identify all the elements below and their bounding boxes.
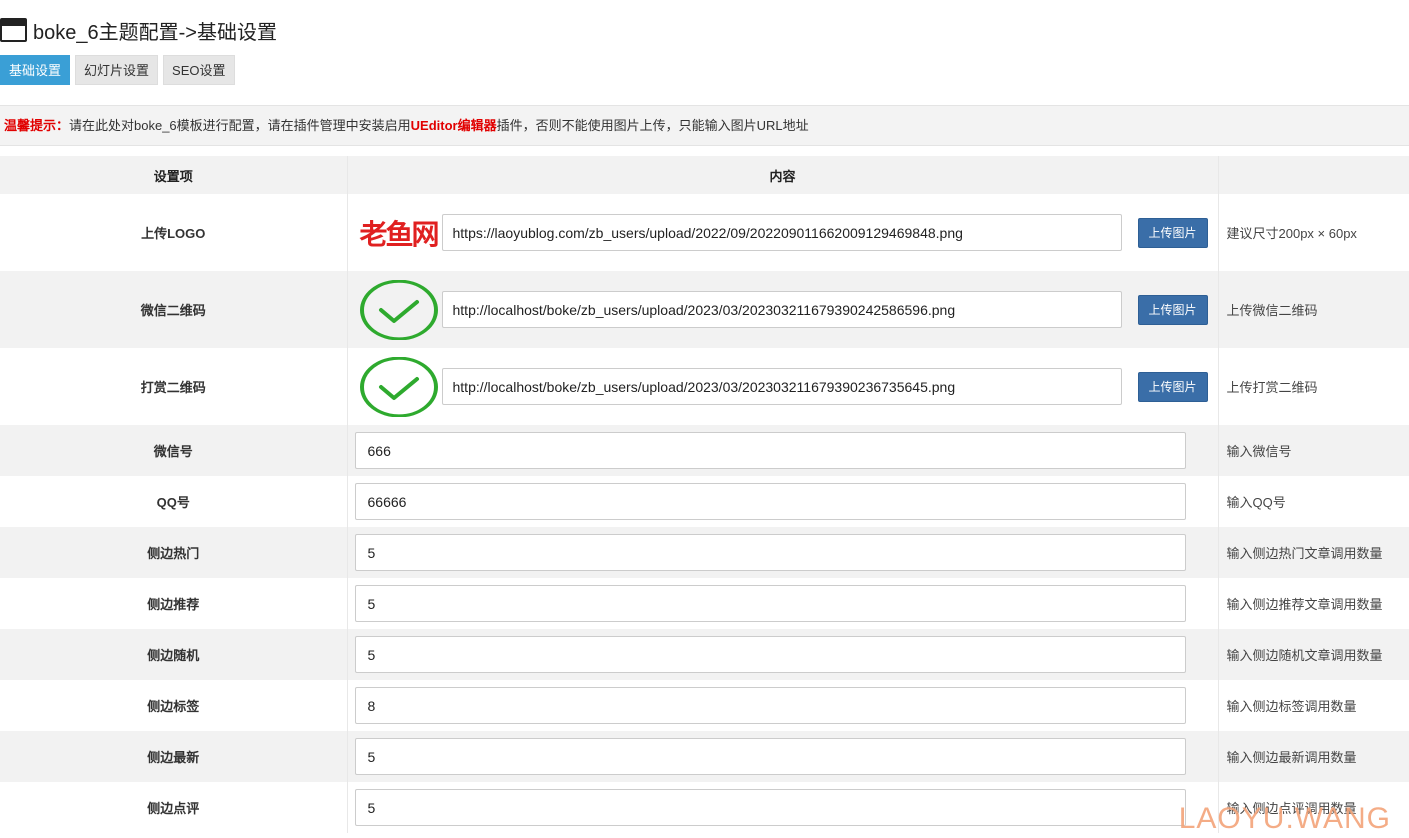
row-hint: 上传打赏二维码 bbox=[1218, 348, 1409, 425]
green-check-icon bbox=[359, 279, 439, 340]
row-label: 侧边推荐 bbox=[0, 578, 348, 629]
row-label: 上传LOGO bbox=[0, 194, 348, 271]
sidebar-random-count-input[interactable] bbox=[354, 636, 1186, 673]
upload-logo-button[interactable]: 上传图片 bbox=[1137, 217, 1208, 248]
logo-url-input[interactable] bbox=[441, 214, 1122, 251]
notice-prefix: 温馨提示： bbox=[4, 118, 70, 133]
window-icon bbox=[0, 18, 27, 42]
sidebar-latest-count-input[interactable] bbox=[354, 738, 1186, 775]
watermark-text: LAOYU.WANG bbox=[1178, 802, 1391, 835]
row-hint: 输入侧边热门文章调用数量 bbox=[1218, 527, 1409, 578]
table-row: QQ号 输入QQ号 bbox=[0, 476, 1409, 527]
logo-thumbnail-text: 老鱼网 bbox=[359, 217, 439, 251]
table-row: 侧边推荐 输入侧边推荐文章调用数量 bbox=[0, 578, 1409, 629]
sidebar-recommend-count-input[interactable] bbox=[354, 585, 1186, 622]
row-label: 侧边点评 bbox=[0, 782, 348, 833]
row-hint: 上传微信二维码 bbox=[1218, 271, 1409, 348]
table-row: 侧边标签 输入侧边标签调用数量 bbox=[0, 680, 1409, 731]
table-row: 打赏二维码 上传图片 上传打赏二维码 bbox=[0, 348, 1409, 425]
donate-qr-url-input[interactable] bbox=[441, 368, 1122, 405]
row-hint: 输入侧边标签调用数量 bbox=[1218, 680, 1409, 731]
tab-bar: 基础设置 幻灯片设置 SEO设置 bbox=[0, 55, 235, 85]
row-label: 微信号 bbox=[0, 425, 348, 476]
settings-table: 设置项 内容 上传LOGO 老鱼网 上传图片 建议尺寸200px × 60px … bbox=[0, 156, 1409, 833]
header-hint bbox=[1218, 156, 1409, 194]
table-header-row: 设置项 内容 bbox=[0, 156, 1409, 194]
sidebar-tags-count-input[interactable] bbox=[354, 687, 1186, 724]
table-row: 侧边随机 输入侧边随机文章调用数量 bbox=[0, 629, 1409, 680]
row-label: 侧边随机 bbox=[0, 629, 348, 680]
tab-seo-settings[interactable]: SEO设置 bbox=[163, 55, 235, 85]
row-label: 打赏二维码 bbox=[0, 348, 348, 425]
header-setting: 设置项 bbox=[0, 156, 348, 194]
upload-donate-qr-button[interactable]: 上传图片 bbox=[1137, 371, 1208, 402]
notice-text-2: 插件，否则不能使用图片上传，只能输入图片URL地址 bbox=[496, 118, 809, 133]
page-title: boke_6主题配置->基础设置 bbox=[33, 21, 277, 44]
table-row: 微信二维码 上传图片 上传微信二维码 bbox=[0, 271, 1409, 348]
row-hint: 输入QQ号 bbox=[1218, 476, 1409, 527]
sidebar-comments-count-input[interactable] bbox=[354, 789, 1186, 826]
table-row: 侧边热门 输入侧边热门文章调用数量 bbox=[0, 527, 1409, 578]
notice-text: 请在此处对boke_6模板进行配置，请在插件管理中安装启用 bbox=[69, 118, 411, 133]
qq-number-input[interactable] bbox=[354, 483, 1186, 520]
row-label: 微信二维码 bbox=[0, 271, 348, 348]
row-hint: 输入侧边推荐文章调用数量 bbox=[1218, 578, 1409, 629]
upload-wechat-qr-button[interactable]: 上传图片 bbox=[1137, 294, 1208, 325]
notice-highlight: UEditor编辑器 bbox=[410, 118, 497, 133]
page-header: boke_6主题配置->基础设置 bbox=[0, 12, 277, 48]
tab-basic-settings[interactable]: 基础设置 bbox=[0, 55, 71, 85]
logo-thumbnail: 老鱼网 bbox=[359, 203, 439, 263]
row-hint: 输入侧边随机文章调用数量 bbox=[1218, 629, 1409, 680]
notice-bar: 温馨提示：请在此处对boke_6模板进行配置，请在插件管理中安装启用UEdito… bbox=[0, 105, 1409, 146]
row-hint: 建议尺寸200px × 60px bbox=[1218, 194, 1409, 271]
wechat-id-input[interactable] bbox=[354, 432, 1186, 469]
wechat-qr-url-input[interactable] bbox=[441, 291, 1122, 328]
table-row: 侧边最新 输入侧边最新调用数量 bbox=[0, 731, 1409, 782]
row-label: 侧边最新 bbox=[0, 731, 348, 782]
table-row: 上传LOGO 老鱼网 上传图片 建议尺寸200px × 60px bbox=[0, 194, 1409, 271]
sidebar-hot-count-input[interactable] bbox=[354, 534, 1186, 571]
row-hint: 输入微信号 bbox=[1218, 425, 1409, 476]
row-label: 侧边标签 bbox=[0, 680, 348, 731]
header-content: 内容 bbox=[347, 156, 1219, 194]
row-hint: 输入侧边最新调用数量 bbox=[1218, 731, 1409, 782]
row-label: QQ号 bbox=[0, 476, 348, 527]
row-label: 侧边热门 bbox=[0, 527, 348, 578]
green-check-icon bbox=[359, 356, 439, 417]
table-row: 微信号 输入微信号 bbox=[0, 425, 1409, 476]
tab-slideshow-settings[interactable]: 幻灯片设置 bbox=[75, 55, 159, 85]
